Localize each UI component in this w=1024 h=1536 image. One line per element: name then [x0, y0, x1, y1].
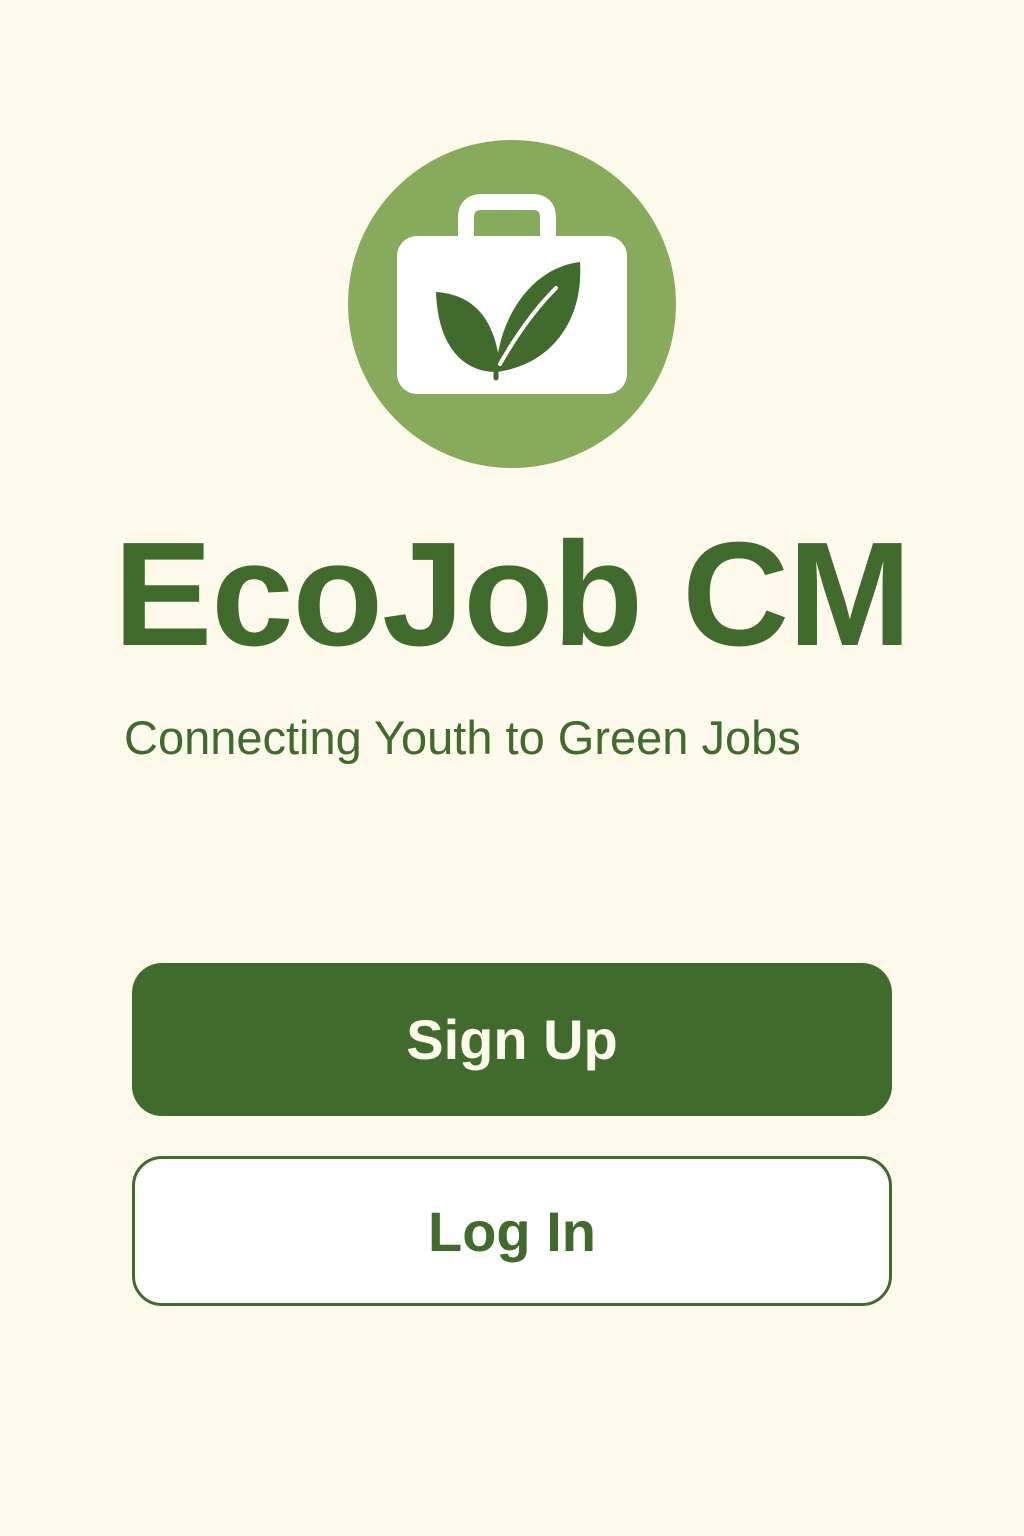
- app-tagline: Connecting Youth to Green Jobs: [124, 711, 801, 764]
- welcome-screen: EcoJob CM Connecting Youth to Green Jobs…: [0, 0, 1024, 1536]
- log-in-button[interactable]: Log In: [132, 1156, 892, 1306]
- briefcase-leaf-icon: [397, 194, 627, 394]
- app-title: EcoJob CM: [113, 512, 912, 677]
- sign-up-button[interactable]: Sign Up: [132, 963, 892, 1116]
- app-logo: [348, 140, 676, 468]
